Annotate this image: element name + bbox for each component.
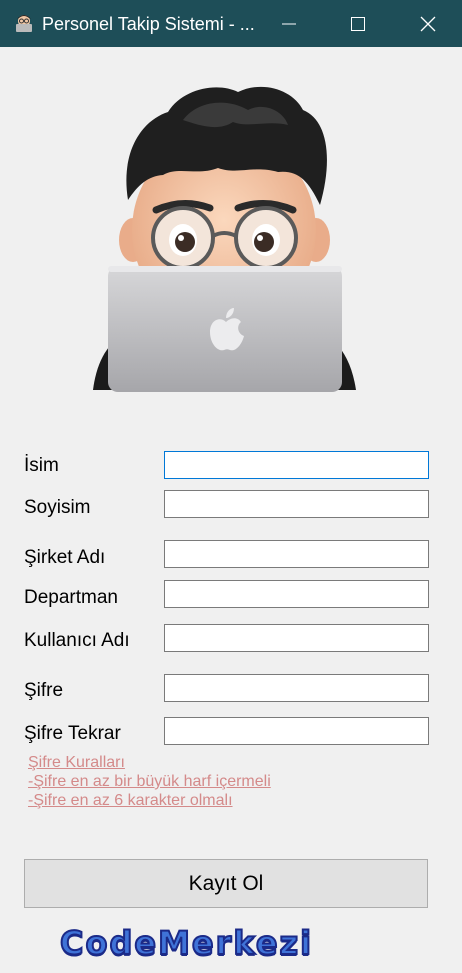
codemerkezi-logo: CodeMerkezi: [59, 923, 314, 963]
sifre-input[interactable]: [164, 674, 429, 702]
password-rule-min-length[interactable]: -Şifre en az 6 karakter olmalı: [28, 792, 233, 810]
label-soyisim: Soyisim: [24, 497, 91, 518]
sirket-adi-input[interactable]: [164, 540, 429, 568]
soyisim-input[interactable]: [164, 490, 429, 518]
minimize-button[interactable]: [254, 0, 324, 47]
app-avatar-icon: [16, 15, 32, 32]
label-departman: Departman: [24, 587, 118, 608]
isim-input[interactable]: [164, 451, 429, 479]
departman-input[interactable]: [164, 580, 429, 608]
avatar-image: [93, 86, 356, 392]
label-isim: İsim: [24, 455, 59, 476]
label-kullanici-adi: Kullanıcı Adı: [24, 630, 130, 651]
label-sirket-adi: Şirket Adı: [24, 547, 106, 568]
sifre-tekrar-input[interactable]: [164, 717, 429, 745]
window-title: Personel Takip Sistemi - ...: [42, 14, 255, 34]
password-rules-link[interactable]: Şifre Kuralları: [28, 754, 125, 772]
kullanici-adi-input[interactable]: [164, 624, 429, 652]
register-button[interactable]: Kayıt Ol: [24, 859, 428, 908]
password-rule-uppercase[interactable]: -Şifre en az bir büyük harf içermeli: [28, 773, 271, 791]
minimize-icon: [282, 23, 296, 24]
label-sifre: Şifre: [24, 680, 64, 701]
close-icon: [420, 16, 436, 31]
label-sifre-tekrar: Şifre Tekrar: [24, 723, 121, 744]
maximize-icon: [351, 16, 365, 31]
maximize-button[interactable]: [323, 0, 393, 47]
title-bar: Personel Takip Sistemi - ...: [0, 0, 462, 47]
close-button[interactable]: [393, 0, 462, 47]
